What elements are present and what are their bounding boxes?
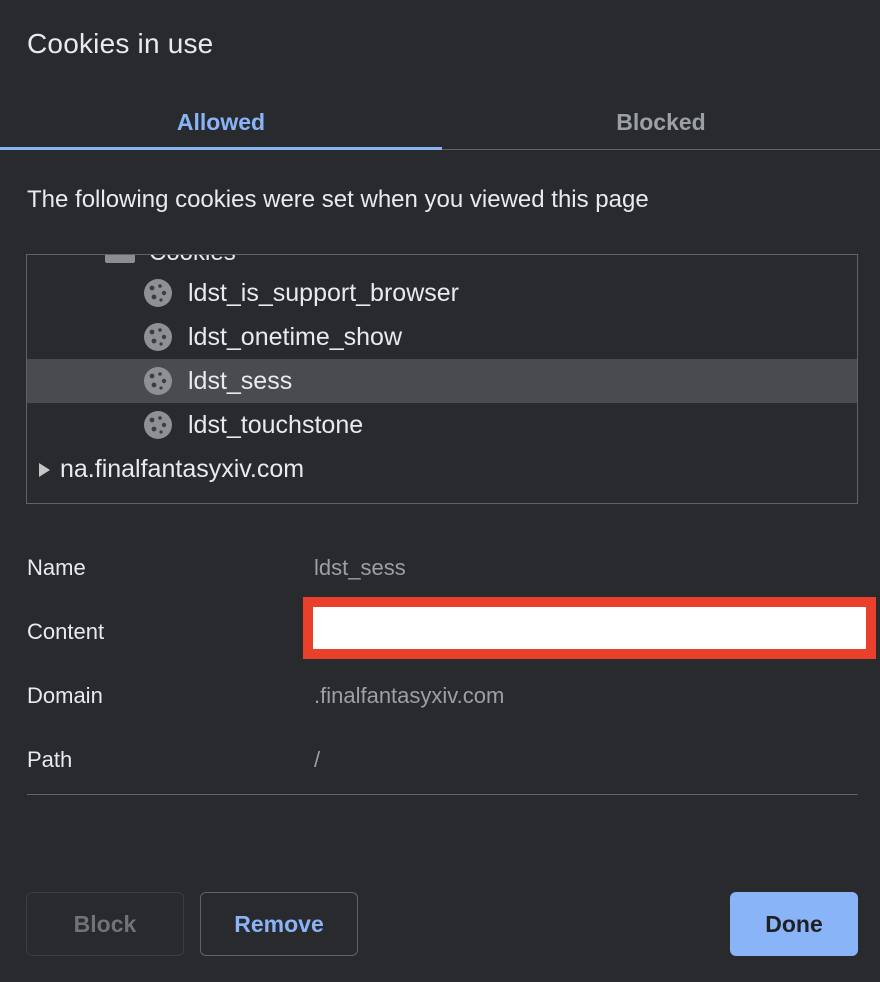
detail-row-path: Path / [27, 728, 858, 792]
tab-bar: Allowed Blocked [0, 94, 880, 150]
done-button[interactable]: Done [730, 892, 858, 956]
tree-item-cookie[interactable]: ldst_is_support_browser [27, 271, 857, 315]
cookie-label: ldst_sess [188, 366, 293, 395]
detail-row-name: Name ldst_sess [27, 536, 858, 600]
tree-item-cookie[interactable]: ldst_onetime_show [27, 315, 857, 359]
dialog-title: Cookies in use [27, 28, 214, 59]
tab-allowed[interactable]: Allowed [0, 94, 442, 150]
name-value: ldst_sess [314, 555, 406, 580]
expand-arrow-icon[interactable] [39, 463, 50, 477]
cookie-icon [144, 367, 172, 395]
detail-row-domain: Domain .finalfantasyxiv.com [27, 664, 858, 728]
cookie-icon [144, 323, 172, 351]
cookie-label: ldst_onetime_show [188, 322, 403, 351]
cookie-details: Name ldst_sess Content Domain .finalfant… [27, 536, 858, 792]
domain-detail-label: Domain [27, 683, 103, 708]
cookie-tree[interactable]: Cookies ldst_is_support_browser [26, 254, 858, 504]
cookies-description: The following cookies were set when you … [27, 186, 649, 213]
tree-item-cookie-selected[interactable]: ldst_sess [27, 359, 857, 403]
tab-blocked[interactable]: Blocked [442, 94, 880, 150]
domain-label: na.finalfantasyxiv.com [60, 454, 305, 483]
content-redaction-box [303, 597, 876, 659]
path-value: / [314, 747, 321, 772]
cookie-icon [144, 279, 172, 307]
content-label: Content [27, 619, 105, 644]
folder-icon [105, 255, 135, 263]
path-label: Path [27, 747, 73, 772]
name-label: Name [27, 555, 86, 580]
tree-folder-cookies[interactable]: Cookies [105, 255, 236, 267]
cookie-icon [144, 411, 172, 439]
domain-detail-value: .finalfantasyxiv.com [314, 683, 505, 708]
cookie-label: ldst_is_support_browser [188, 278, 459, 307]
block-button[interactable]: Block [26, 892, 184, 956]
remove-button[interactable]: Remove [200, 892, 358, 956]
folder-label: Cookies [149, 255, 236, 267]
tree-item-domain[interactable]: na.finalfantasyxiv.com [27, 447, 857, 491]
tree-item-cookie[interactable]: ldst_touchstone [27, 403, 857, 447]
details-divider [27, 794, 858, 795]
active-tab-indicator [0, 147, 442, 150]
cookies-dialog: Cookies in use Allowed Blocked The follo… [0, 0, 880, 982]
cookie-label: ldst_touchstone [188, 410, 364, 439]
